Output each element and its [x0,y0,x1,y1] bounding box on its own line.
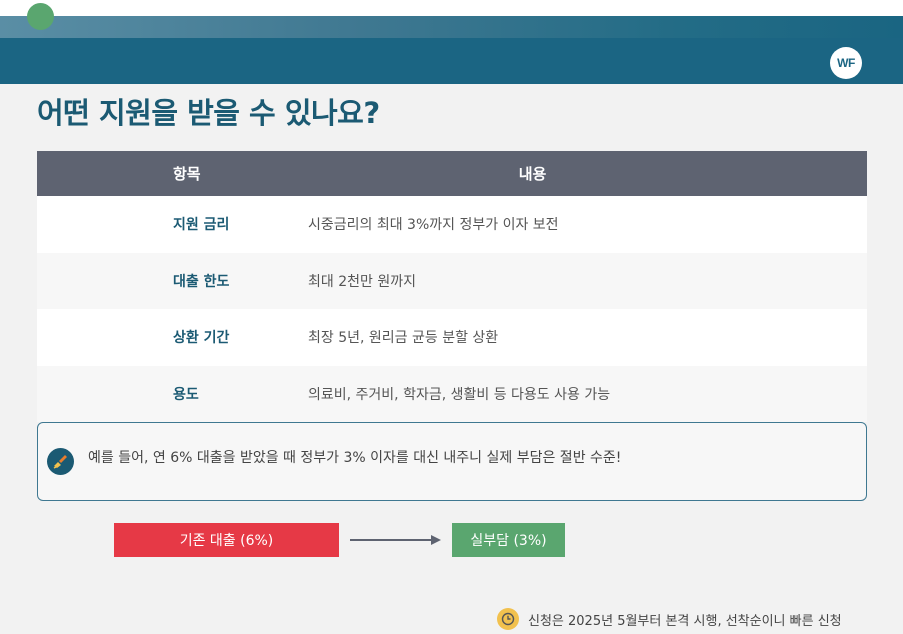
row-item-label: 상환 기간 [173,330,230,347]
header-band [0,38,903,84]
writing-hand-icon-glyph [53,455,67,469]
existing-loan-box: 기존 대출 (6%) [114,523,339,557]
actual-burden-box: 실부담 (3%) [452,523,565,557]
column-header-content: 내용 [518,165,547,183]
example-text: 예를 들어, 연 6% 대출을 받았을 때 정부가 3% 이자를 대신 내주니 … [88,450,622,466]
arrow-right-icon [350,535,441,545]
table-row: 상환 기간 최장 5년, 원리금 균등 분할 상환 [37,309,867,366]
support-table: 항목 내용 지원 금리 시중금리의 최대 3%까지 정부가 이자 보전 대출 한… [37,151,867,422]
row-item-label: 용도 [173,386,199,403]
row-content: 최장 5년, 원리금 균등 분할 상환 [308,330,499,347]
row-content: 의료비, 주거비, 학자금, 생활비 등 다용도 사용 가능 [308,386,611,403]
row-item-label: 대출 한도 [173,273,230,290]
writing-hand-icon [47,448,74,475]
row-item-label: 지원 금리 [173,217,230,234]
clock-icon [497,608,519,630]
table-row: 대출 한도 최대 2천만 원까지 [37,252,867,309]
row-content: 시중금리의 최대 3%까지 정부가 이자 보전 [308,217,559,234]
top-bar [0,0,903,16]
logo: WF [830,47,862,79]
clock-icon-glyph [501,612,515,626]
table-header: 항목 내용 [37,151,867,196]
header-strip [0,16,903,38]
footer-text: 신청은 2025년 5월부터 본격 시행, 선착순이니 빠른 신청 [528,613,842,629]
table-row: 지원 금리 시중금리의 최대 3%까지 정부가 이자 보전 [37,196,867,253]
table-row: 용도 의료비, 주거비, 학자금, 생활비 등 다용도 사용 가능 [37,365,867,422]
column-header-item: 항목 [173,165,201,183]
page-title: 어떤 지원을 받을 수 있나요? [37,96,380,130]
decorative-dot [27,3,54,30]
footer-note: 신청은 2025년 5월부터 본격 시행, 선착순이니 빠른 신청 [497,607,842,631]
example-callout: 예를 들어, 연 6% 대출을 받았을 때 정부가 3% 이자를 대신 내주니 … [37,422,867,501]
row-content: 최대 2천만 원까지 [308,273,416,290]
